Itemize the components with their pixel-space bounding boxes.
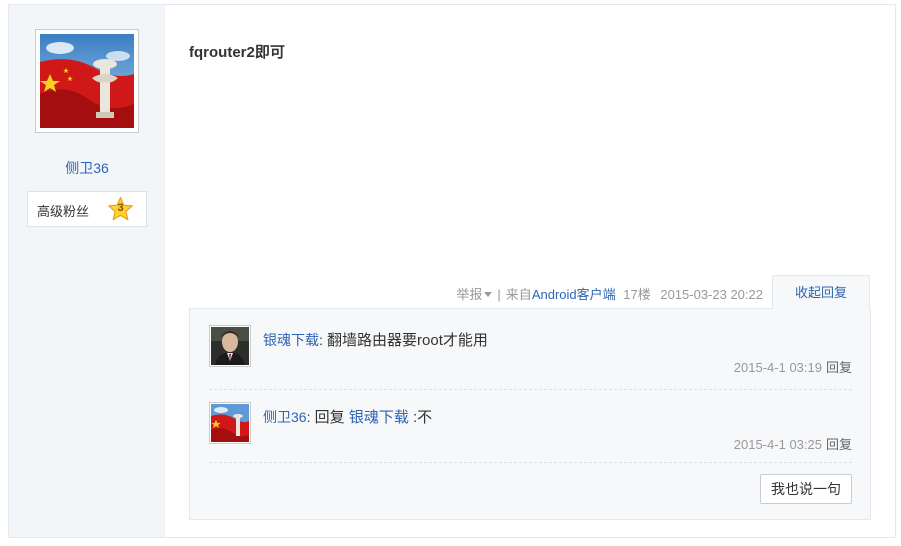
flag-avatar-small-image bbox=[211, 404, 249, 442]
report-label: 举报 bbox=[456, 287, 483, 302]
reply-divider bbox=[209, 389, 852, 390]
author-avatar[interactable] bbox=[35, 29, 139, 133]
post-container: 侧卫36 高级粉丝 3 fqrouter2即可 举报 | 来自Android客户端 … bbox=[8, 4, 896, 538]
reply-text: :不 bbox=[408, 409, 433, 426]
client-link[interactable]: Android客户端 bbox=[532, 287, 616, 302]
reply-time: 2015-4-1 03:19 bbox=[733, 360, 822, 375]
reply-avatar[interactable] bbox=[209, 402, 251, 444]
reply-divider bbox=[209, 462, 852, 463]
author-name-link[interactable]: 侧卫36 bbox=[9, 158, 165, 178]
reply-item: 侧卫36: 回复 银魂下载 :不 2015-4-1 03:25 回复 bbox=[209, 402, 852, 462]
reply-text: 翻墙路由器要root才能用 bbox=[322, 332, 488, 349]
post-tail-info: 举报 | 来自Android客户端 17楼 2015-03-23 20:22 bbox=[456, 284, 763, 303]
reply-meta: 2015-4-1 03:25 回复 bbox=[734, 434, 852, 453]
caret-down-icon bbox=[484, 292, 493, 297]
reply-list: 银魂下载: 翻墙路由器要root才能用 2015-4-1 03:19 回复 侧卫… bbox=[189, 308, 871, 520]
reply-time: 2015-4-1 03:25 bbox=[733, 437, 822, 452]
reply-user-link[interactable]: 侧卫36 bbox=[263, 409, 307, 425]
collapse-replies-button[interactable]: 收起回复 bbox=[772, 275, 870, 309]
reply-button[interactable]: 回复 bbox=[826, 360, 852, 375]
fan-level-badge[interactable]: 高级粉丝 3 bbox=[27, 191, 147, 227]
reply-text-line: 银魂下载: 翻墙路由器要root才能用 bbox=[263, 329, 488, 350]
from-prefix: 来自 bbox=[505, 287, 532, 302]
reply-meta: 2015-4-1 03:19 回复 bbox=[734, 357, 852, 376]
level-number: 3 bbox=[117, 202, 124, 214]
reply-text-line: 侧卫36: 回复 银魂下载 :不 bbox=[263, 406, 432, 427]
reply-prefix: 回复 bbox=[310, 409, 349, 426]
man-avatar-image bbox=[211, 327, 249, 365]
author-sidebar: 侧卫36 高级粉丝 3 bbox=[9, 5, 165, 537]
reply-user-link[interactable]: 银魂下载 bbox=[263, 332, 319, 348]
reply-avatar[interactable] bbox=[209, 325, 251, 367]
reply-button[interactable]: 回复 bbox=[826, 437, 852, 452]
floor-number: 17楼 bbox=[623, 287, 651, 302]
level-name: 高级粉丝 bbox=[37, 204, 90, 219]
post-time: 2015-03-23 20:22 bbox=[660, 287, 763, 302]
say-something-button[interactable]: 我也说一句 bbox=[760, 474, 852, 504]
reply-target-link[interactable]: 银魂下载 bbox=[349, 409, 409, 426]
reply-item: 银魂下载: 翻墙路由器要root才能用 2015-4-1 03:19 回复 bbox=[209, 325, 852, 385]
separator: | bbox=[497, 287, 501, 302]
flag-avatar-image bbox=[40, 34, 134, 128]
post-content: fqrouter2即可 bbox=[189, 44, 285, 61]
report-link[interactable]: 举报 bbox=[456, 287, 493, 302]
